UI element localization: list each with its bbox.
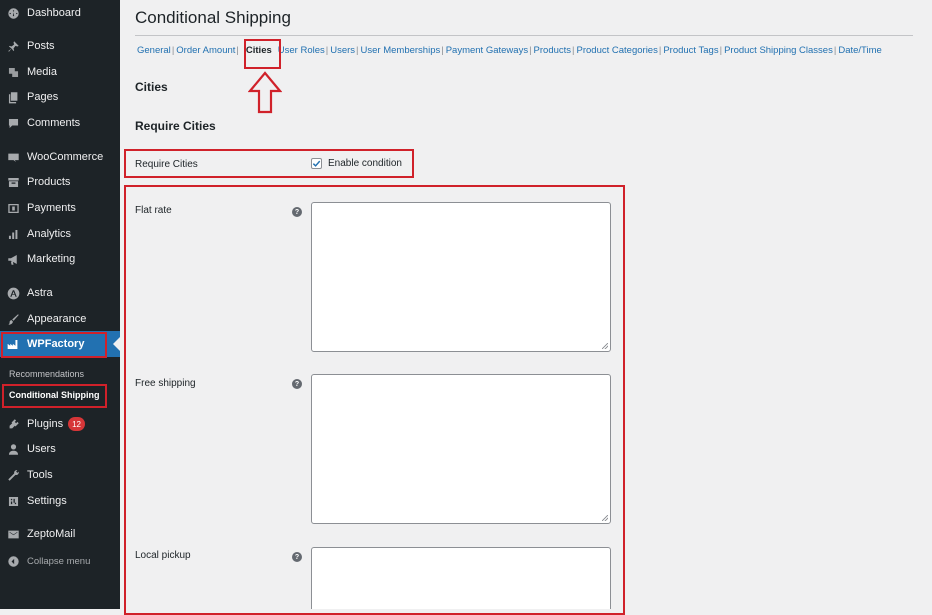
sidebar-item-label: Payments: [27, 202, 76, 214]
sidebar-item-label: ZeptoMail: [27, 528, 76, 540]
free-shipping-label: Free shipping: [135, 378, 196, 389]
tab-order-amount[interactable]: Order Amount: [176, 45, 235, 56]
help-icon[interactable]: ?: [292, 379, 302, 389]
flat-rate-label: Flat rate: [135, 205, 172, 216]
sidebar-item-posts[interactable]: Posts: [0, 33, 120, 59]
mail-icon: [6, 527, 20, 541]
archive-icon: [6, 175, 20, 189]
bar-chart-icon: [6, 227, 20, 241]
dashboard-icon: [6, 6, 20, 20]
sidebar-item-appearance[interactable]: Appearance: [0, 306, 120, 332]
sidebar-item-users[interactable]: Users: [0, 436, 120, 462]
local-pickup-cities-textarea[interactable]: [311, 547, 611, 609]
sidebar-item-label: Pages: [27, 91, 59, 103]
submenu-item-recommendations[interactable]: Recommendations: [0, 365, 120, 383]
tab-users[interactable]: Users: [330, 45, 355, 56]
payments-icon: [6, 201, 20, 215]
checkmark-icon: [312, 160, 321, 167]
sidebar-item-wpfactory[interactable]: WPFactory: [0, 331, 120, 357]
section-tabs: General| Order Amount| Cities User Roles| Us…: [137, 45, 882, 56]
free-shipping-cities-textarea[interactable]: [311, 374, 611, 524]
sidebar-item-zeptomail[interactable]: ZeptoMail: [0, 521, 120, 547]
sidebar-item-plugins[interactable]: Plugins 12: [0, 411, 120, 437]
tab-product-categories[interactable]: Product Categories: [577, 45, 658, 56]
require-cities-label: Require Cities: [135, 159, 198, 170]
resize-handle-icon[interactable]: [602, 515, 608, 521]
sidebar-item-label: Marketing: [27, 253, 76, 265]
sidebar-item-label: Users: [27, 443, 56, 455]
sidebar-item-payments[interactable]: Payments: [0, 195, 120, 221]
sidebar-item-woocommerce[interactable]: WooCommerce: [0, 144, 120, 170]
pin-icon: [6, 39, 20, 53]
sidebar-item-label: Products: [27, 176, 71, 188]
section-title: Cities: [135, 80, 168, 94]
help-icon[interactable]: ?: [292, 552, 302, 562]
tab-products[interactable]: Products: [534, 45, 572, 56]
woocommerce-icon: [6, 150, 20, 164]
sidebar-item-label: WooCommerce: [27, 151, 104, 163]
sidebar-item-label: Settings: [27, 495, 67, 507]
tab-user-roles[interactable]: User Roles: [278, 45, 325, 56]
enable-condition-label: Enable condition: [328, 158, 402, 169]
sidebar-item-label: Plugins: [27, 418, 64, 430]
resize-handle-icon[interactable]: [602, 343, 608, 349]
submenu-item-conditional-shipping[interactable]: Conditional Shipping: [0, 386, 120, 404]
sidebar-item-label: Comments: [27, 117, 81, 129]
help-icon[interactable]: ?: [292, 207, 302, 217]
pages-icon: [6, 90, 20, 104]
tab-product-shipping-classes[interactable]: Product Shipping Classes: [724, 45, 833, 56]
plugins-update-badge: 12: [68, 417, 85, 431]
sidebar-item-astra[interactable]: Astra: [0, 280, 120, 306]
sidebar-item-settings[interactable]: Settings: [0, 488, 120, 514]
comment-icon: [6, 116, 20, 130]
tab-cities[interactable]: Cities: [246, 45, 272, 56]
sidebar-item-label: Media: [27, 66, 57, 78]
sidebar-item-pages[interactable]: Pages: [0, 84, 120, 110]
factory-icon: [6, 337, 20, 351]
brush-icon: [6, 312, 20, 326]
user-icon: [6, 442, 20, 456]
tab-user-memberships[interactable]: User Memberships: [361, 45, 441, 56]
admin-sidebar: Dashboard Posts Media Pages Comments Woo…: [0, 0, 120, 609]
sidebar-item-label: Dashboard: [27, 7, 81, 19]
sidebar-item-dashboard[interactable]: Dashboard: [0, 0, 120, 26]
collapse-menu-button[interactable]: Collapse menu: [0, 548, 120, 574]
tab-product-tags[interactable]: Product Tags: [663, 45, 718, 56]
sidebar-item-tools[interactable]: Tools: [0, 462, 120, 488]
enable-condition-toggle[interactable]: Enable condition: [311, 158, 402, 169]
megaphone-icon: [6, 252, 20, 266]
arrow-up-icon: [248, 71, 282, 114]
local-pickup-label: Local pickup: [135, 550, 191, 561]
sidebar-item-marketing[interactable]: Marketing: [0, 246, 120, 272]
enable-condition-checkbox[interactable]: [311, 158, 322, 169]
sidebar-item-label: Analytics: [27, 228, 72, 240]
flat-rate-cities-textarea[interactable]: [311, 202, 611, 352]
tab-general[interactable]: General: [137, 45, 171, 56]
tab-payment-gateways[interactable]: Payment Gateways: [446, 45, 528, 56]
sidebar-item-label: WPFactory: [27, 338, 85, 350]
media-icon: [6, 65, 20, 79]
sidebar-item-label: Tools: [27, 469, 53, 481]
sidebar-item-label: Appearance: [27, 313, 87, 325]
title-divider: [135, 35, 913, 36]
astra-icon: [6, 286, 20, 300]
sidebar-item-comments[interactable]: Comments: [0, 110, 120, 136]
sidebar-item-label: Collapse menu: [27, 555, 91, 567]
sidebar-item-label: Astra: [27, 287, 53, 299]
plugin-icon: [6, 417, 20, 431]
collapse-arrow-icon: [6, 554, 20, 568]
sidebar-item-media[interactable]: Media: [0, 59, 120, 85]
subsection-title: Require Cities: [135, 119, 216, 133]
settings-icon: [6, 494, 20, 508]
wrench-icon: [6, 468, 20, 482]
sidebar-item-products[interactable]: Products: [0, 169, 120, 195]
sidebar-item-label: Posts: [27, 40, 55, 52]
sidebar-item-analytics[interactable]: Analytics: [0, 221, 120, 247]
page-title: Conditional Shipping: [135, 8, 291, 27]
tab-date-time[interactable]: Date/Time: [838, 45, 881, 56]
